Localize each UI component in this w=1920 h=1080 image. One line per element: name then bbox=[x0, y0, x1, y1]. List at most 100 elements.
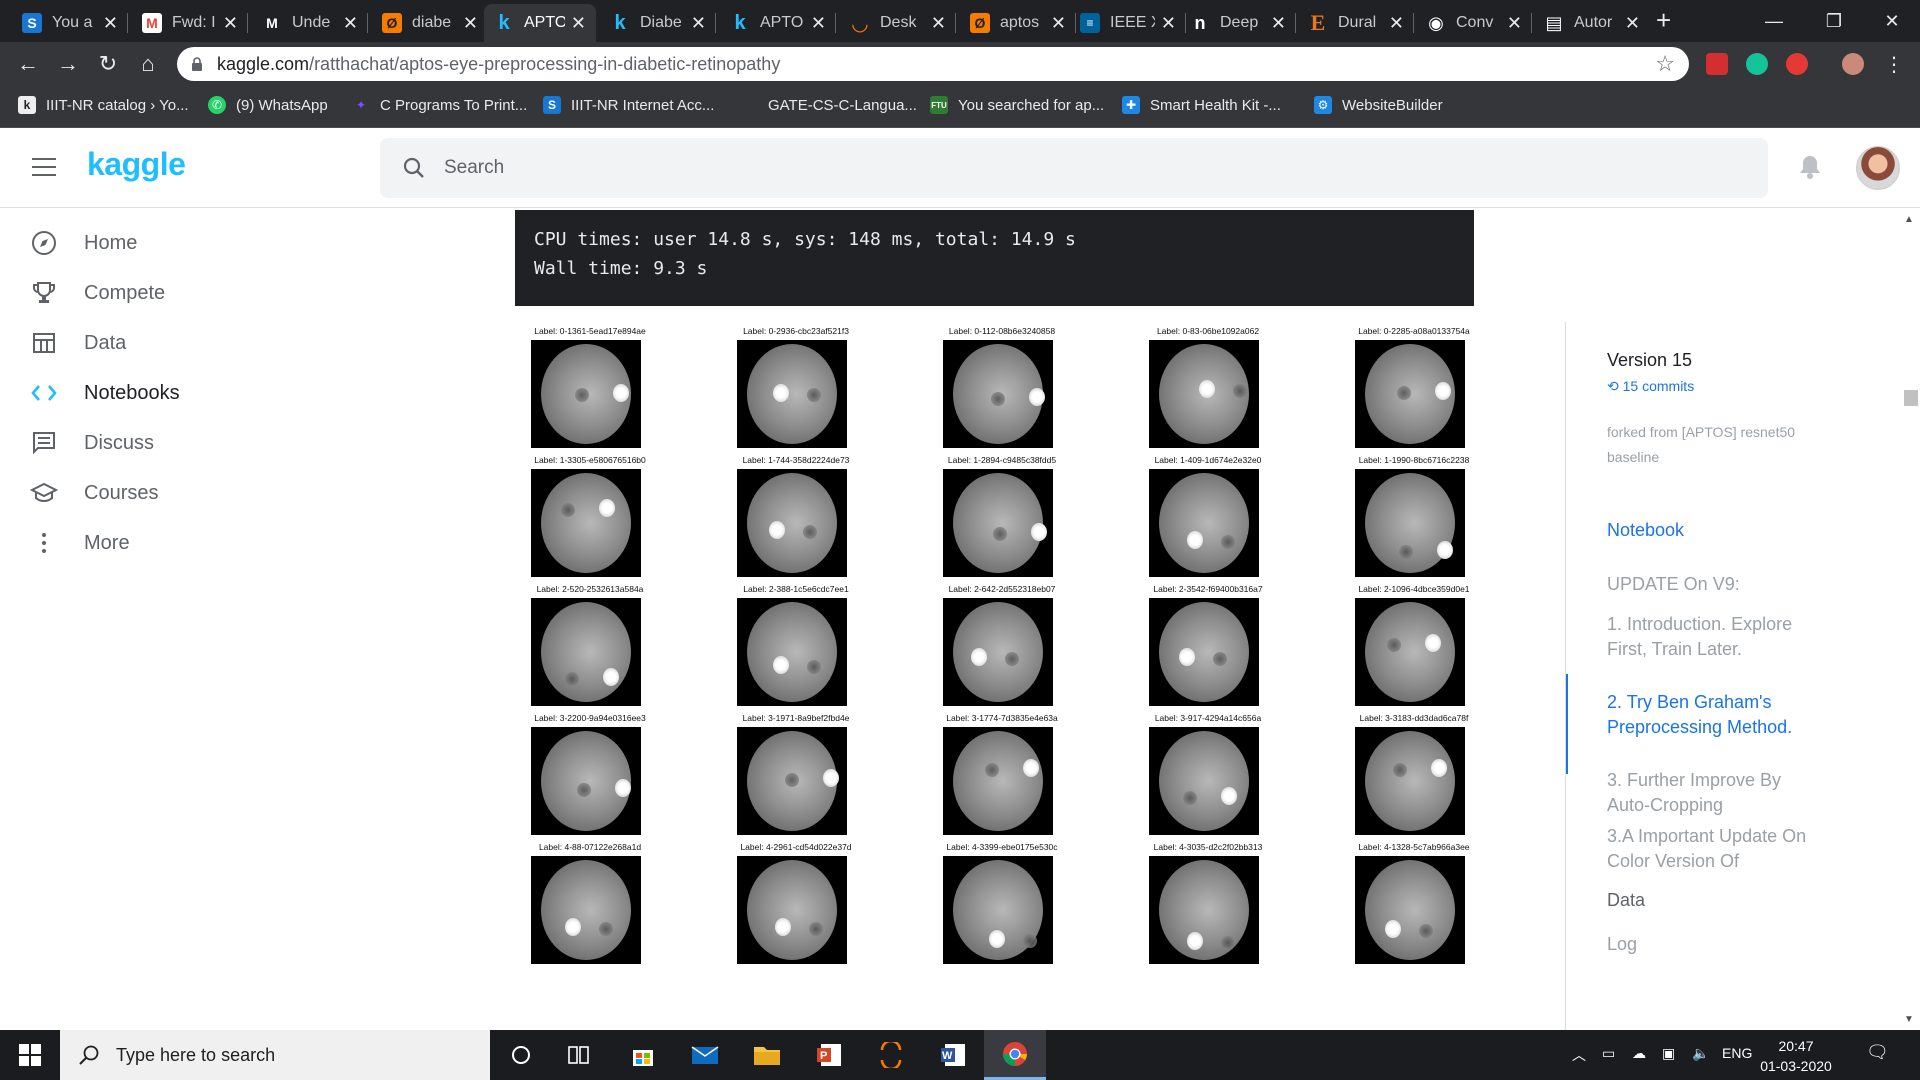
browser-tab[interactable]: ▤ Autor ✕ bbox=[1534, 4, 1650, 42]
scrollbar-thumb[interactable] bbox=[1904, 390, 1918, 406]
address-bar[interactable]: kaggle.com/ratthachat/aptos-eye-preproce… bbox=[177, 47, 1689, 81]
kaggle-logo[interactable]: kaggle bbox=[87, 146, 186, 183]
browser-tab[interactable]: n Deep ✕ bbox=[1180, 4, 1296, 42]
search-input[interactable]: Search bbox=[380, 138, 1768, 198]
macula bbox=[577, 783, 591, 797]
desktop-app-icon[interactable] bbox=[860, 1030, 922, 1080]
browser-tab[interactable]: Ø aptos ✕ bbox=[960, 4, 1076, 42]
task-view-icon[interactable] bbox=[548, 1030, 610, 1080]
battery-icon[interactable]: ▭ bbox=[1602, 1045, 1615, 1062]
close-tab-icon[interactable]: ✕ bbox=[931, 13, 946, 34]
taskbar-search-input[interactable]: Type here to search bbox=[60, 1030, 490, 1080]
close-window-button[interactable]: ✕ bbox=[1864, 0, 1920, 42]
sidebar-item-more[interactable]: More bbox=[30, 518, 130, 568]
forked-from-text[interactable]: forked from [APTOS] resnet50 baseline bbox=[1607, 420, 1827, 470]
version-label[interactable]: Version 15 bbox=[1607, 350, 1692, 371]
browser-tab[interactable]: Ø diabe ✕ bbox=[372, 4, 488, 42]
sidebar-item-data[interactable]: Data bbox=[30, 318, 126, 368]
close-tab-icon[interactable]: ✕ bbox=[343, 13, 358, 34]
pocket-extension-icon[interactable] bbox=[1706, 53, 1728, 75]
close-tab-icon[interactable]: ✕ bbox=[1389, 13, 1404, 34]
browser-tab[interactable]: ◉ Conv ✕ bbox=[1416, 4, 1532, 42]
browser-tab[interactable]: E Dural ✕ bbox=[1298, 4, 1414, 42]
powerpoint-icon[interactable]: P bbox=[798, 1030, 860, 1080]
bookmark-item[interactable]: FTU You searched for ap... bbox=[930, 96, 1104, 114]
page-scrollbar[interactable]: ▲ ▼ bbox=[1900, 208, 1920, 1030]
action-center-icon[interactable]: 🗨 bbox=[1866, 1042, 1889, 1063]
profile-avatar[interactable] bbox=[1842, 53, 1864, 75]
scroll-up-arrow-icon[interactable]: ▲ bbox=[1904, 214, 1914, 225]
hamburger-menu-icon[interactable] bbox=[32, 158, 56, 176]
browser-tab[interactable]: M Unde ✕ bbox=[252, 4, 368, 42]
close-tab-icon[interactable]: ✕ bbox=[1271, 13, 1286, 34]
windows-start-icon[interactable] bbox=[0, 1030, 60, 1080]
mail-icon[interactable] bbox=[674, 1030, 736, 1080]
toc-item-color-version[interactable]: 3.A Important Update On Color Version Of… bbox=[1607, 824, 1817, 874]
bookmark-item[interactable]: S IIIT-NR Internet Acc... bbox=[543, 96, 714, 114]
back-button[interactable]: ← bbox=[14, 50, 42, 78]
close-tab-icon[interactable]: ✕ bbox=[103, 13, 118, 34]
notification-bell-icon[interactable] bbox=[1798, 154, 1822, 180]
minimize-button[interactable]: — bbox=[1746, 0, 1802, 42]
new-tab-button[interactable]: + bbox=[1656, 6, 1671, 34]
file-explorer-icon[interactable] bbox=[736, 1030, 798, 1080]
bookmark-item[interactable]: GATE-CS-C-Langua... bbox=[740, 96, 917, 114]
commits-link[interactable]: ⟲ 15 commits bbox=[1607, 378, 1694, 395]
retina-image-cell: Label: 4-3035-d2c2f02bb313 bbox=[1133, 842, 1283, 970]
sidebar-item-compete[interactable]: Compete bbox=[30, 268, 165, 318]
reload-button[interactable]: ↻ bbox=[94, 50, 122, 78]
language-indicator[interactable]: ENG bbox=[1722, 1045, 1752, 1061]
store-icon[interactable] bbox=[612, 1030, 674, 1080]
close-tab-icon[interactable]: ✕ bbox=[1161, 13, 1176, 34]
browser-tab[interactable]: k Diabe ✕ bbox=[600, 4, 716, 42]
browser-tab[interactable]: ◡ Desk ✕ bbox=[840, 4, 956, 42]
browser-tab-active[interactable]: k APTO ✕ bbox=[484, 4, 596, 42]
browser-tab[interactable]: M Fwd: I ✕ bbox=[132, 4, 248, 42]
close-tab-icon[interactable]: ✕ bbox=[223, 13, 238, 34]
toc-item-data[interactable]: Data bbox=[1607, 888, 1817, 913]
close-tab-icon[interactable]: ✕ bbox=[1507, 13, 1522, 34]
menu-more-icon[interactable]: ⋮ bbox=[1880, 50, 1908, 78]
toc-item-ben-graham[interactable]: 2. Try Ben Graham's Preprocessing Method… bbox=[1607, 690, 1817, 740]
bookmark-item[interactable]: ✚ Smart Health Kit -... bbox=[1122, 96, 1281, 114]
close-tab-icon[interactable]: ✕ bbox=[811, 13, 826, 34]
sidebar-item-courses[interactable]: Courses bbox=[30, 468, 158, 518]
forward-button[interactable]: → bbox=[54, 50, 82, 78]
sidebar-item-discuss[interactable]: Discuss bbox=[30, 418, 154, 468]
cortana-icon[interactable] bbox=[490, 1030, 552, 1080]
home-button[interactable]: ⌂ bbox=[134, 50, 162, 78]
volume-icon[interactable]: 🔈 bbox=[1692, 1045, 1709, 1062]
close-tab-icon[interactable]: ✕ bbox=[691, 13, 706, 34]
toc-item-auto-cropping[interactable]: 3. Further Improve By Auto-Cropping bbox=[1607, 768, 1817, 818]
word-icon[interactable]: W bbox=[922, 1030, 984, 1080]
close-tab-icon[interactable]: ✕ bbox=[1625, 13, 1640, 34]
sidebar-item-notebooks[interactable]: Notebooks bbox=[30, 368, 180, 418]
macula bbox=[807, 660, 821, 674]
chrome-icon[interactable] bbox=[984, 1030, 1046, 1080]
close-tab-icon[interactable]: ✕ bbox=[463, 13, 478, 34]
taskbar-clock[interactable]: 20:47 01-03-2020 bbox=[1760, 1036, 1832, 1076]
toc-item-introduction[interactable]: 1. Introduction. Explore First, Train La… bbox=[1607, 612, 1817, 662]
browser-tab[interactable]: S You a ✕ bbox=[12, 4, 128, 42]
bookmark-item[interactable]: ✦ C Programs To Print... bbox=[352, 96, 527, 114]
toc-item-notebook[interactable]: Notebook bbox=[1607, 518, 1817, 543]
bookmark-item[interactable]: ⚙ WebsiteBuilder bbox=[1314, 96, 1443, 114]
bookmark-item[interactable]: k IIIT-NR catalog › Yo... bbox=[18, 96, 189, 114]
sidebar-item-home[interactable]: Home bbox=[30, 218, 137, 268]
show-hidden-icons-icon[interactable]: ︿ bbox=[1572, 1045, 1586, 1065]
restore-button[interactable]: ❐ bbox=[1806, 0, 1862, 42]
toc-item-log[interactable]: Log bbox=[1607, 932, 1817, 957]
bookmark-item[interactable]: ✆ (9) WhatsApp bbox=[208, 96, 328, 114]
user-avatar[interactable] bbox=[1856, 146, 1900, 190]
grammarly-extension-icon[interactable] bbox=[1746, 53, 1768, 75]
toc-item-update[interactable]: UPDATE On V9: bbox=[1607, 572, 1817, 597]
bookmark-star-icon[interactable]: ☆ bbox=[1655, 51, 1675, 77]
onedrive-icon[interactable]: ☁ bbox=[1632, 1045, 1646, 1062]
browser-tab[interactable]: k APTO ✕ bbox=[720, 4, 836, 42]
network-icon[interactable]: ▣ bbox=[1662, 1045, 1675, 1062]
scroll-down-arrow-icon[interactable]: ▼ bbox=[1904, 1014, 1914, 1025]
browser-tab[interactable]: ≡ IEEE X ✕ bbox=[1070, 4, 1186, 42]
close-tab-icon[interactable]: ✕ bbox=[571, 13, 586, 34]
adblock-extension-icon[interactable] bbox=[1786, 53, 1808, 75]
close-tab-icon[interactable]: ✕ bbox=[1051, 13, 1066, 34]
